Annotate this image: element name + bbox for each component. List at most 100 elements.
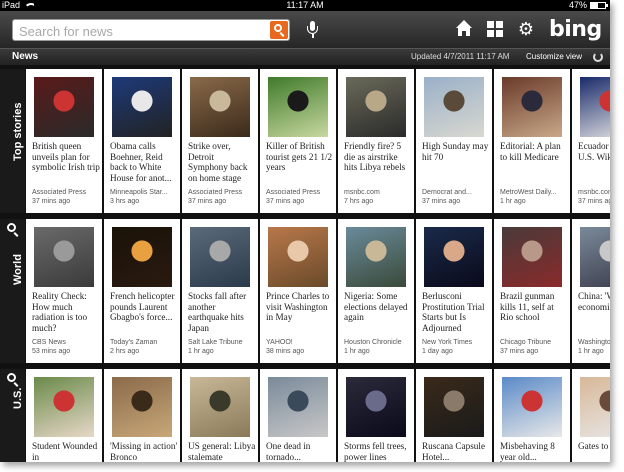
news-headline[interactable]: Prince Charles to visit Washington in Ma… (266, 291, 334, 323)
news-card[interactable]: Nigeria: Some elections delayed again Hou… (338, 219, 414, 363)
news-headline[interactable]: Gates to Iraq... (578, 441, 610, 452)
news-headline[interactable]: British queen unveils plan for symbolic … (32, 141, 100, 173)
news-time: 1 hr ago (500, 198, 526, 205)
news-thumbnail (34, 227, 94, 287)
screen-frame: iPad 11:17 AM 47% Search for news ⚙ bing… (0, 0, 610, 462)
home-roof (456, 20, 472, 28)
status-time: 11:17 AM (286, 0, 324, 10)
news-headline[interactable]: US general: Libya stalemate (188, 441, 256, 462)
news-headline[interactable]: China: 'Weiwei economic crimes' (578, 291, 610, 312)
microphone-stem (312, 34, 314, 38)
grid-cell (496, 30, 503, 37)
home-icon[interactable] (455, 20, 473, 38)
news-time: 1 day ago (422, 348, 453, 355)
news-card[interactable]: High Sunday may hit 70 Democrat and... 37 … (416, 69, 492, 213)
gear-icon[interactable]: ⚙ (517, 20, 535, 38)
news-card[interactable]: Brazil gunman kills 11, self at Rio scho… (494, 219, 570, 363)
row-label-text: U.S. (12, 387, 24, 409)
news-card[interactable]: Storms fell trees, power lines (338, 369, 414, 462)
news-card[interactable]: Ruscana Capsule Hotel... (416, 369, 492, 462)
news-card[interactable]: US general: Libya stalemate (182, 369, 258, 462)
news-headline[interactable]: Reality Check: How much radiation is too… (32, 291, 100, 333)
news-thumbnail (580, 227, 610, 287)
news-headline[interactable]: French helicopter pounds Laurent Gbagbo'… (110, 291, 178, 323)
news-card[interactable]: Obama calls Boehner, Reid back to White … (104, 69, 180, 213)
news-thumbnail (268, 227, 328, 287)
row-label-text: Top stories (12, 102, 24, 161)
news-time: 38 mins ago (266, 348, 305, 355)
news-headline[interactable]: Strike over, Detroit Symphony back on ho… (188, 141, 256, 183)
news-card[interactable]: Misbehaving 8 year old... (494, 369, 570, 462)
news-headline[interactable]: Ecuador expels U.S. Wikileaks... (578, 141, 610, 162)
news-thumbnail (190, 227, 250, 287)
news-thumbnail (346, 227, 406, 287)
grid-cell (487, 30, 494, 37)
news-card[interactable]: Reality Check: How much radiation is too… (26, 219, 102, 363)
bing-logo[interactable]: bing (549, 17, 602, 42)
row-label[interactable]: World (0, 219, 25, 363)
news-time: 3 hrs ago (110, 198, 140, 205)
news-headline[interactable]: Storms fell trees, power lines (344, 441, 412, 462)
news-card[interactable]: Student Wounded in (26, 369, 102, 462)
news-source: Today's Zaman (110, 339, 158, 346)
news-card[interactable]: China: 'Weiwei economic crimes' Washingto… (572, 219, 610, 363)
news-headline[interactable]: 'Missing in action' Bronco (110, 441, 178, 462)
news-card[interactable]: Killer of British tourist gets 21 1/2 ye… (260, 69, 336, 213)
battery-percent: 47% (568, 0, 587, 10)
news-headline[interactable]: Stocks fall after another earthquake hit… (188, 291, 256, 333)
news-thumbnail (502, 377, 562, 437)
news-headline[interactable]: Friendly fire? 5 die as airstrike hits L… (344, 141, 412, 173)
news-headline[interactable]: High Sunday may hit 70 (422, 141, 490, 162)
news-headline[interactable]: Killer of British tourist gets 21 1/2 ye… (266, 141, 334, 173)
search-input[interactable]: Search for news (12, 19, 290, 41)
news-card[interactable]: Editorial: A plan to kill Medicare MetroW… (494, 69, 570, 213)
search-button[interactable] (270, 21, 288, 39)
news-headline[interactable]: Ruscana Capsule Hotel... (422, 441, 490, 462)
news-card[interactable]: One dead in tornado... (260, 369, 336, 462)
news-time: 1 hr ago (344, 348, 370, 355)
news-card[interactable]: 'Missing in action' Bronco (104, 369, 180, 462)
row-search-icon[interactable] (7, 373, 16, 382)
news-headline[interactable]: Nigeria: Some elections delayed again (344, 291, 412, 323)
news-card[interactable]: Strike over, Detroit Symphony back on ho… (182, 69, 258, 213)
news-card[interactable]: Prince Charles to visit Washington in Ma… (260, 219, 336, 363)
news-headline[interactable]: Berlusconi Prostitution Trial Starts but… (422, 291, 490, 333)
news-headline[interactable]: Student Wounded in (32, 441, 100, 462)
row-search-icon[interactable] (7, 223, 16, 232)
news-time: 37 mins ago (578, 198, 610, 205)
news-time: 53 mins ago (32, 348, 71, 355)
grid-icon[interactable] (486, 20, 504, 38)
news-source: msnbc.com (578, 189, 610, 196)
row-label[interactable]: U.S. (0, 369, 25, 462)
news-card[interactable]: French helicopter pounds Laurent Gbagbo'… (104, 219, 180, 363)
news-source: MetroWest Daily... (500, 189, 557, 196)
toolbar: Search for news ⚙ bing (0, 11, 610, 48)
news-headline[interactable]: Misbehaving 8 year old... (500, 441, 568, 462)
news-card[interactable]: Friendly fire? 5 die as airstrike hits L… (338, 69, 414, 213)
news-headline[interactable]: Brazil gunman kills 11, self at Rio scho… (500, 291, 568, 323)
news-source: Chicago Tribune (500, 339, 551, 346)
news-card[interactable]: Ecuador expels U.S. Wikileaks... msnbc.co… (572, 69, 610, 213)
news-thumbnail (424, 227, 484, 287)
news-thumbnail (34, 77, 94, 137)
customize-view-button[interactable]: Customize view (526, 52, 582, 61)
news-source: Associated Press (32, 189, 87, 196)
news-headline[interactable]: One dead in tornado... (266, 441, 334, 462)
news-row-us: U.S. Student Wounded in 'Missing in action… (0, 369, 610, 462)
refresh-icon[interactable] (593, 52, 603, 62)
news-source: Associated Press (266, 189, 321, 196)
news-card[interactable]: British queen unveils plan for symbolic … (26, 69, 102, 213)
news-card[interactable]: Berlusconi Prostitution Trial Starts but… (416, 219, 492, 363)
news-card[interactable]: Gates to Iraq... (572, 369, 610, 462)
row-label[interactable]: Top stories (0, 69, 25, 213)
news-thumbnail (112, 227, 172, 287)
news-source: msnbc.com (344, 189, 380, 196)
news-time: 37 mins ago (422, 198, 461, 205)
microphone-icon[interactable] (307, 21, 318, 39)
status-right: 47% (568, 0, 608, 11)
news-card[interactable]: Stocks fall after another earthquake hit… (182, 219, 258, 363)
news-thumbnail (190, 77, 250, 137)
news-headline[interactable]: Obama calls Boehner, Reid back to White … (110, 141, 178, 183)
news-headline[interactable]: Editorial: A plan to kill Medicare (500, 141, 568, 162)
search-icon (274, 24, 282, 32)
